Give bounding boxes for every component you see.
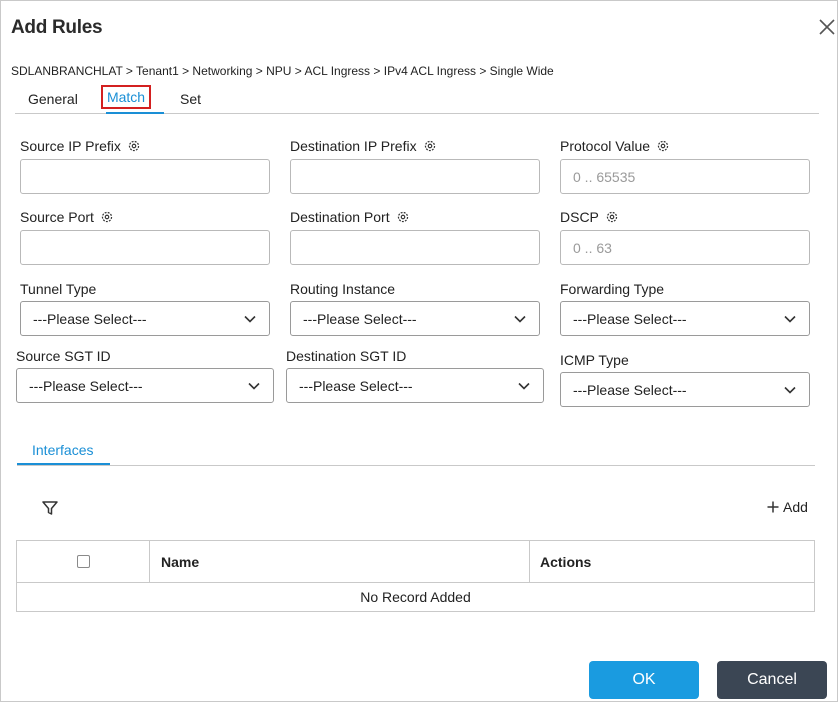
tab-interfaces[interactable]: Interfaces: [32, 442, 93, 458]
destination-port-label: Destination Port: [290, 209, 410, 225]
table-header: Name Actions: [17, 541, 814, 583]
column-header-actions: Actions: [540, 553, 592, 570]
close-icon[interactable]: [817, 17, 837, 37]
dscp-input[interactable]: [560, 230, 810, 265]
add-rules-dialog: Add Rules SDLANBRANCHLAT > Tenant1 > Net…: [0, 0, 838, 702]
destination-sgt-id-label: Destination SGT ID: [286, 348, 407, 364]
icmp-type-label: ICMP Type: [560, 352, 629, 368]
ok-button[interactable]: OK: [589, 661, 699, 699]
gear-icon[interactable]: [396, 210, 410, 224]
select-all-checkbox[interactable]: [77, 555, 90, 568]
source-port-label: Source Port: [20, 209, 114, 225]
forwarding-type-selected: ---Please Select---: [573, 310, 687, 327]
chevron-down-icon: [518, 382, 530, 390]
icmp-type-selected: ---Please Select---: [573, 381, 687, 398]
forwarding-type-label: Forwarding Type: [560, 281, 665, 297]
filter-icon[interactable]: [41, 499, 59, 517]
tunnel-type-select[interactable]: ---Please Select---: [20, 301, 270, 336]
column-header-name[interactable]: Name: [161, 541, 199, 582]
destination-ip-prefix-label: Destination IP Prefix: [290, 138, 437, 154]
source-port-input[interactable]: [20, 230, 270, 265]
column-divider: [529, 541, 530, 582]
source-sgt-id-label: Source SGT ID: [16, 348, 111, 364]
destination-ip-prefix-label-text: Destination IP Prefix: [290, 138, 417, 154]
source-port-label-text: Source Port: [20, 209, 94, 225]
source-sgt-id-select[interactable]: ---Please Select---: [16, 368, 274, 403]
chevron-down-icon: [248, 382, 260, 390]
source-sgt-id-selected: ---Please Select---: [29, 377, 143, 394]
dialog-title: Add Rules: [11, 17, 103, 38]
source-ip-prefix-label-text: Source IP Prefix: [20, 138, 121, 154]
column-divider: [149, 541, 150, 582]
routing-instance-label: Routing Instance: [290, 281, 396, 297]
destination-sgt-id-select[interactable]: ---Please Select---: [286, 368, 544, 403]
tunnel-type-label: Tunnel Type: [20, 281, 97, 297]
chevron-down-icon: [514, 315, 526, 323]
tab-set[interactable]: Set: [180, 91, 201, 107]
cancel-button[interactable]: Cancel: [717, 661, 827, 699]
dscp-label: DSCP: [560, 209, 619, 225]
gear-icon[interactable]: [127, 139, 141, 153]
gear-icon[interactable]: [605, 210, 619, 224]
tab-match[interactable]: Match: [101, 85, 151, 109]
chevron-down-icon: [244, 315, 256, 323]
source-ip-prefix-label: Source IP Prefix: [20, 138, 141, 154]
dscp-label-text: DSCP: [560, 209, 599, 225]
gear-icon[interactable]: [656, 139, 670, 153]
plus-icon: [767, 501, 779, 513]
interfaces-table: Name Actions No Record Added: [16, 540, 815, 612]
protocol-value-label-text: Protocol Value: [560, 138, 651, 154]
routing-instance-selected: ---Please Select---: [303, 310, 417, 327]
breadcrumb: SDLANBRANCHLAT > Tenant1 > Networking > …: [11, 64, 554, 78]
icmp-type-select[interactable]: ---Please Select---: [560, 372, 810, 407]
destination-port-input[interactable]: [290, 230, 540, 265]
protocol-value-input[interactable]: [560, 159, 810, 194]
gear-icon[interactable]: [423, 139, 437, 153]
destination-port-label-text: Destination Port: [290, 209, 390, 225]
destination-sgt-id-selected: ---Please Select---: [299, 377, 413, 394]
routing-instance-select[interactable]: ---Please Select---: [290, 301, 540, 336]
gear-icon[interactable]: [100, 210, 114, 224]
protocol-value-label: Protocol Value: [560, 138, 670, 154]
chevron-down-icon: [784, 315, 796, 323]
add-button[interactable]: Add: [767, 499, 808, 515]
tab-general[interactable]: General: [28, 91, 78, 107]
empty-table-message: No Record Added: [360, 588, 471, 605]
tab-active-indicator: [106, 112, 164, 114]
forwarding-type-select[interactable]: ---Please Select---: [560, 301, 810, 336]
chevron-down-icon: [784, 386, 796, 394]
tunnel-type-selected: ---Please Select---: [33, 310, 147, 327]
subtab-divider: [17, 465, 815, 466]
source-ip-prefix-input[interactable]: [20, 159, 270, 194]
subtab-active-indicator: [17, 463, 110, 465]
add-button-label: Add: [783, 499, 808, 515]
destination-ip-prefix-input[interactable]: [290, 159, 540, 194]
